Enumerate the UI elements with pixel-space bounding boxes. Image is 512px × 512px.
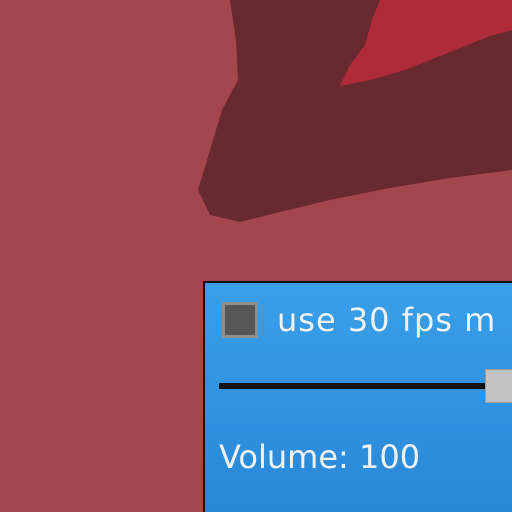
volume-slider-handle[interactable] xyxy=(485,369,512,403)
volume-slider[interactable] xyxy=(219,369,512,405)
settings-panel: use 30 fps m Volume: 100 xyxy=(203,281,512,512)
volume-label: Volume: 100 xyxy=(219,438,421,476)
fps-checkbox-label: use 30 fps m xyxy=(277,301,497,339)
fps-checkbox[interactable] xyxy=(222,302,258,338)
volume-slider-track[interactable] xyxy=(219,383,512,389)
game-view: use 30 fps m Volume: 100 xyxy=(0,0,512,512)
